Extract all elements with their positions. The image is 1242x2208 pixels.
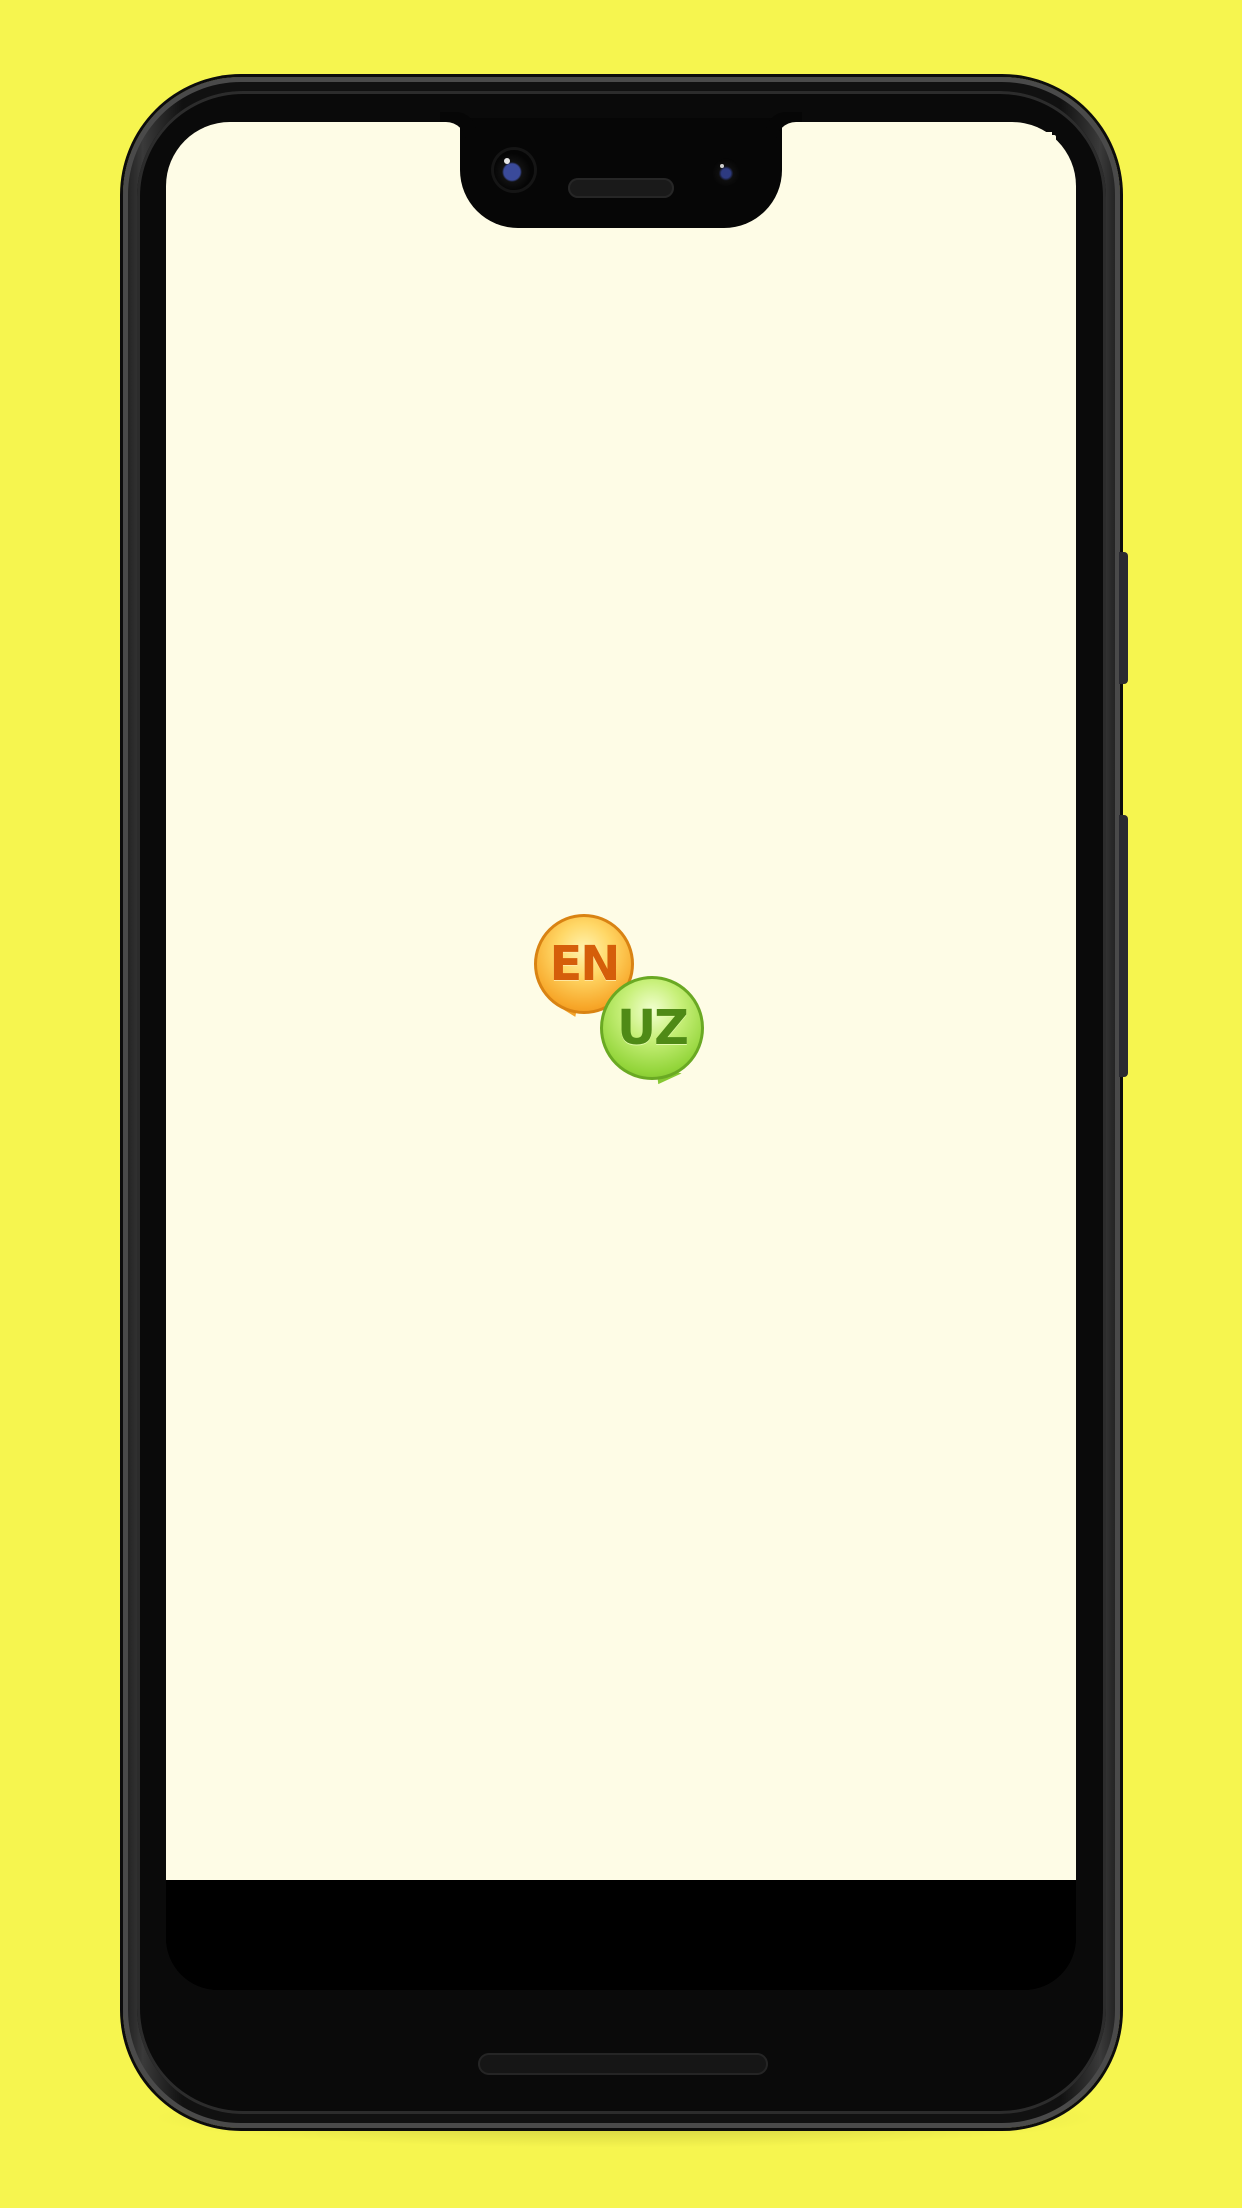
earpiece-speaker (568, 178, 674, 198)
volume-button (1119, 815, 1128, 1077)
signal-icon (996, 136, 1022, 162)
front-camera (494, 150, 534, 190)
uz-speech-bubble: UZ (600, 976, 708, 1089)
power-button (1119, 552, 1128, 684)
navigation-bar (166, 1880, 1076, 1990)
uz-label: UZ (617, 1000, 689, 1056)
app-logo: EN UZ (530, 912, 712, 1092)
wifi-icon (956, 136, 990, 161)
home-indicator (478, 2053, 768, 2075)
secondary-camera (712, 158, 740, 186)
status-time: 2:16 (206, 132, 269, 165)
sim-card-icon (353, 137, 369, 161)
battery-icon (1042, 132, 1056, 164)
gear-icon (301, 140, 319, 158)
